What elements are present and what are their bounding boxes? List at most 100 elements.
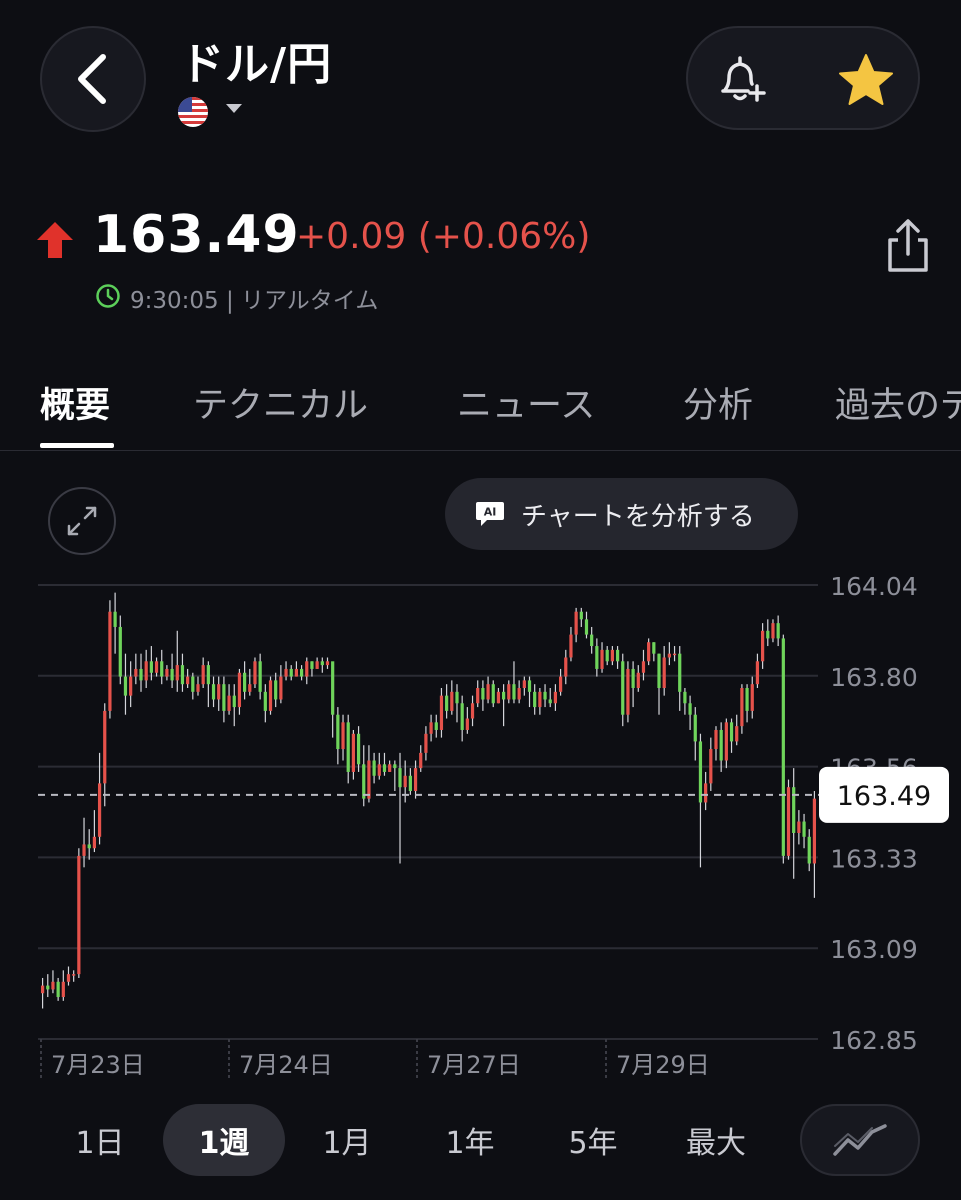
candle-body <box>56 981 60 998</box>
candle-body <box>315 661 319 669</box>
candle-body <box>211 684 216 700</box>
tab-technical[interactable]: テクニカル <box>193 377 368 428</box>
candle-body <box>584 619 589 635</box>
candle-body <box>724 722 728 761</box>
chart-type-button[interactable] <box>800 1104 920 1176</box>
candle-body <box>299 668 304 677</box>
chevron-left-icon <box>78 54 106 104</box>
arrow-up-icon <box>37 222 73 258</box>
candle-body <box>631 668 635 689</box>
candle-body <box>139 668 143 681</box>
range-max[interactable]: 最大 <box>671 1104 761 1176</box>
range-1m[interactable]: 1月 <box>302 1104 392 1176</box>
svg-text:AI: AI <box>484 506 497 519</box>
candle-body <box>450 691 454 711</box>
candle-body <box>424 733 428 753</box>
candle-body <box>356 733 361 765</box>
add-alert-button[interactable] <box>700 40 780 120</box>
x-tick-label: 7月23日 <box>51 1051 145 1079</box>
candle-body <box>253 661 257 685</box>
candle-body <box>51 981 55 990</box>
range-1d[interactable]: 1日 <box>55 1104 145 1176</box>
candle-body <box>237 672 242 708</box>
candle-body <box>812 798 817 864</box>
range-5y[interactable]: 5年 <box>548 1104 638 1176</box>
tab-overview[interactable]: 概要 <box>40 377 110 428</box>
candle-body <box>709 749 713 784</box>
candle-body <box>180 665 185 685</box>
candle-body <box>284 668 288 677</box>
candle-body <box>186 676 190 685</box>
range-1w[interactable]: 1週 <box>163 1104 285 1176</box>
candle-body <box>149 661 153 673</box>
candle-body <box>434 722 438 730</box>
tab-historical-data[interactable]: 過去のデ <box>835 377 961 428</box>
candle-body <box>393 764 397 769</box>
candle-body <box>429 722 433 734</box>
candle-body <box>160 661 164 677</box>
price-change: +0.09 (+0.06%) <box>296 216 591 257</box>
candle-body <box>786 787 791 856</box>
candle-body <box>97 783 102 837</box>
candle-body <box>636 672 640 689</box>
candle-body <box>382 764 387 772</box>
candle-body <box>807 836 811 864</box>
candle-body <box>72 974 76 976</box>
candle-body <box>46 985 50 990</box>
candle-body <box>553 691 558 704</box>
candle-body <box>491 684 495 704</box>
candle-body <box>367 760 371 799</box>
active-tab-indicator <box>40 443 114 448</box>
range-1y[interactable]: 1年 <box>425 1104 515 1176</box>
candle-body <box>144 661 148 681</box>
tab-analysis[interactable]: 分析 <box>683 377 753 428</box>
candle-body <box>40 985 45 994</box>
ai-chat-icon: AI <box>476 502 504 526</box>
share-button[interactable] <box>884 218 932 274</box>
candle-body <box>232 695 236 708</box>
candle-body <box>517 688 521 700</box>
chevron-down-icon[interactable] <box>226 104 242 113</box>
candle-body <box>781 638 785 856</box>
candle-body <box>134 668 138 677</box>
candle-body <box>320 661 324 666</box>
favorite-button[interactable] <box>826 40 906 120</box>
candle-body <box>481 688 485 700</box>
candle-body <box>61 981 65 998</box>
fullscreen-button[interactable] <box>48 487 116 555</box>
candle-body <box>310 661 314 669</box>
candle-body <box>761 630 765 662</box>
ai-analyze-chart-button[interactable]: AI チャートを分析する <box>445 478 798 550</box>
candle-body <box>610 649 614 662</box>
candle-body <box>455 691 459 704</box>
candle-body <box>698 741 703 803</box>
candle-body <box>543 691 547 700</box>
price-chart[interactable]: 164.04163.80163.56163.33163.09162.857月23… <box>0 560 961 1090</box>
candle-body <box>527 680 532 692</box>
candle-body <box>512 684 516 700</box>
candle-body <box>522 680 526 689</box>
candle-body <box>750 684 754 711</box>
y-tick-label: 164.04 <box>830 572 917 601</box>
candle-body <box>797 821 801 833</box>
candle-body <box>243 672 247 692</box>
candle-body <box>165 668 169 677</box>
candle-body <box>714 729 718 750</box>
candle-body <box>704 783 708 803</box>
back-button[interactable] <box>40 26 146 132</box>
candle-body <box>103 710 107 784</box>
x-tick-label: 7月24日 <box>239 1051 333 1079</box>
candle-body <box>460 703 464 730</box>
us-flag-icon[interactable] <box>178 97 208 127</box>
candle-body <box>201 665 205 685</box>
candle-body <box>274 680 278 700</box>
clock-icon <box>96 284 120 308</box>
candle-body <box>802 821 806 837</box>
candle-body <box>590 634 594 647</box>
candle-body <box>496 691 501 704</box>
candle-body <box>263 691 267 711</box>
current-price: 163.49 <box>93 205 300 265</box>
candle-body <box>217 684 221 700</box>
candle-body <box>227 695 231 711</box>
tab-news[interactable]: ニュース <box>457 377 595 428</box>
